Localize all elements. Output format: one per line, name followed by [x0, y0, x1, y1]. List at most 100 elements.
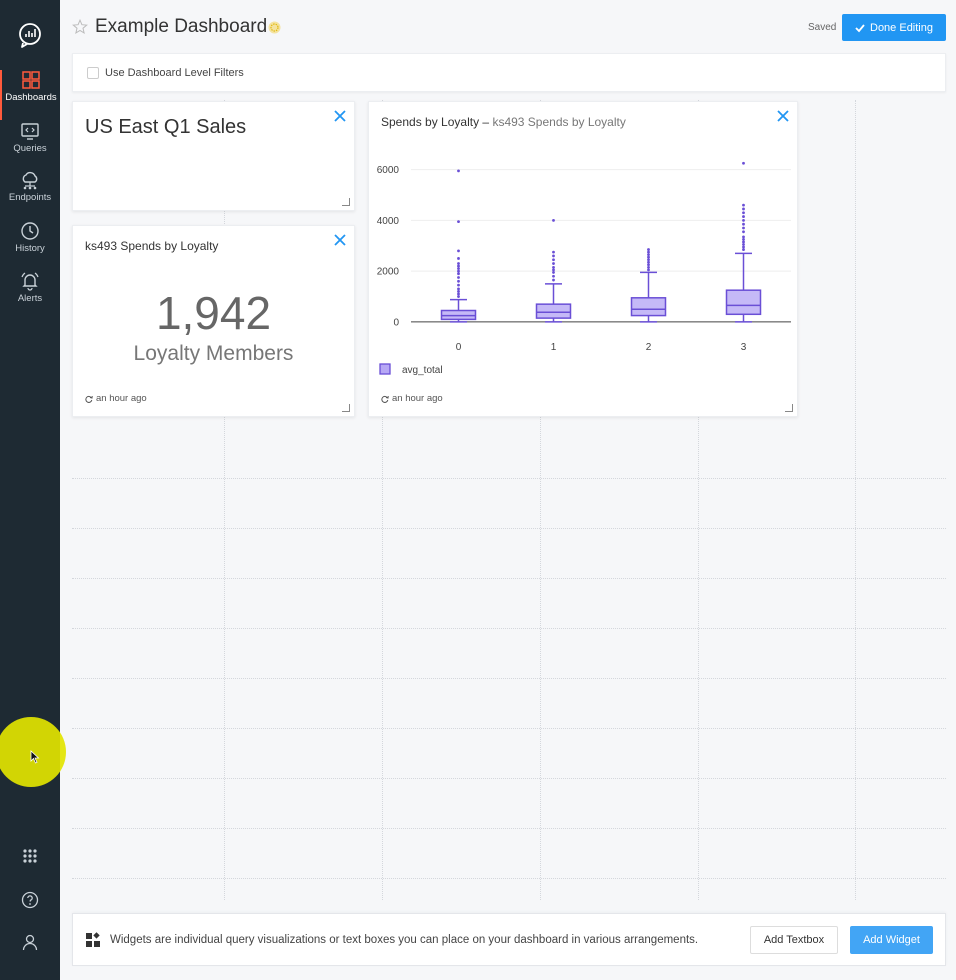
textbox-content: US East Q1 Sales — [85, 116, 247, 138]
outlier-point — [742, 240, 745, 244]
outlier-point — [742, 245, 745, 249]
y-tick-label: 2000 — [377, 267, 400, 278]
outlier-point — [457, 257, 460, 260]
add-widget-button[interactable]: Add Widget — [850, 926, 933, 954]
box-iqr — [535, 303, 572, 319]
counter-value: 1,942 — [155, 287, 272, 339]
outlier-point — [552, 258, 555, 262]
add-widget-bar: Widgets are individual query visualizati… — [72, 913, 946, 966]
resize-handle[interactable] — [342, 198, 350, 206]
outlier-point — [457, 272, 460, 276]
outlier-point — [457, 292, 460, 296]
outlier-point — [742, 230, 745, 234]
outlier-point — [457, 287, 460, 291]
app-logo-icon[interactable] — [17, 22, 43, 48]
y-tick-label: 0 — [393, 317, 399, 328]
done-editing-label: Done Editing — [870, 21, 933, 34]
legend-label: avg_total — [402, 365, 443, 376]
user-icon — [22, 934, 38, 951]
sidebar-item-label: Dashboards — [5, 92, 57, 103]
sidebar-item-label: Endpoints — [8, 192, 52, 203]
outlier-point — [552, 268, 555, 272]
alerts-icon — [21, 272, 39, 291]
widgets-icon — [86, 932, 100, 947]
grid-line — [72, 578, 946, 579]
sidebar-item-queries[interactable]: Queries — [0, 121, 60, 171]
counter-label: Loyalty Members — [133, 342, 294, 365]
outlier-point — [647, 258, 650, 262]
x-tick-label: 2 — [646, 342, 652, 353]
favorite-star-icon[interactable] — [72, 19, 88, 35]
outlier-point — [457, 290, 460, 293]
outlier-point — [457, 267, 460, 271]
dashboard-filters-label[interactable]: Use Dashboard Level Filters — [105, 67, 244, 79]
grid-line — [72, 728, 946, 729]
grid-line — [72, 828, 946, 829]
outlier-point — [742, 238, 745, 241]
refresh-time: an hour ago — [96, 393, 147, 404]
sidebar-item-label: Alerts — [17, 293, 43, 304]
x-tick-label: 3 — [741, 342, 747, 353]
outlier-point — [457, 262, 460, 265]
y-tick-label: 4000 — [377, 216, 400, 227]
outlier-point — [552, 254, 555, 258]
outlier-point — [457, 264, 460, 268]
counter-widget[interactable]: ks493 Spends by Loyalty 1,942 Loyalty Me… — [72, 225, 355, 417]
grid-line — [72, 628, 946, 629]
grid-line — [224, 100, 225, 900]
box-plot: 0 2000 4000 6000 0 1 2 3 avg_total — [377, 161, 791, 376]
refresh-icon — [85, 395, 93, 403]
outlier-point — [457, 283, 460, 287]
mouse-cursor-icon — [30, 750, 40, 764]
filter-bar: Use Dashboard Level Filters — [72, 53, 946, 92]
sidebar-item-endpoints[interactable]: Endpoints — [0, 170, 60, 220]
help-button[interactable] — [0, 891, 60, 914]
help-icon — [21, 891, 39, 909]
box-iqr — [725, 289, 762, 316]
outlier-point — [647, 260, 650, 264]
user-menu-button[interactable] — [0, 933, 60, 956]
resize-handle[interactable] — [785, 404, 793, 412]
close-icon[interactable] — [333, 233, 347, 247]
outlier-point — [457, 276, 460, 279]
sidebar-item-dashboards[interactable]: Dashboards — [0, 70, 60, 120]
queries-icon — [21, 123, 39, 140]
apps-button[interactable] — [0, 848, 60, 869]
sidebar-item-label: History — [15, 243, 45, 254]
apps-grid-icon — [23, 849, 37, 863]
outlier-point — [552, 274, 555, 278]
outlier-point — [647, 248, 650, 251]
outlier-point — [552, 278, 555, 282]
add-widget-hint: Widgets are individual query visualizati… — [110, 934, 699, 946]
done-editing-button[interactable]: Done Editing — [842, 14, 946, 41]
outlier-point — [647, 268, 650, 272]
grid-line — [72, 778, 946, 779]
chart-widget[interactable]: Spends by Loyalty – ks493 Spends by Loya… — [368, 101, 798, 417]
outlier-point — [457, 249, 460, 253]
outlier-point — [647, 263, 650, 267]
resize-handle[interactable] — [342, 404, 350, 412]
add-textbox-button[interactable]: Add Textbox — [750, 926, 838, 954]
sidebar-item-history[interactable]: History — [0, 221, 60, 271]
outlier-point — [457, 169, 460, 173]
outlier-point — [742, 243, 745, 246]
close-icon[interactable] — [333, 109, 347, 123]
textbox-widget[interactable]: US East Q1 Sales — [72, 101, 355, 211]
outlier-point — [552, 218, 555, 222]
outlier-point — [647, 265, 650, 269]
page-title[interactable]: Example Dashboard — [95, 16, 267, 38]
refresh-time: an hour ago — [392, 393, 443, 404]
legend-swatch — [379, 363, 391, 375]
outlier-point — [647, 250, 650, 254]
sidebar-item-alerts[interactable]: Alerts — [0, 271, 60, 321]
dashboard-filters-checkbox[interactable] — [87, 67, 99, 79]
refresh-status[interactable]: an hour ago — [85, 393, 147, 404]
outlier-point — [742, 211, 745, 215]
outlier-point — [742, 207, 745, 211]
saved-status: Saved — [808, 22, 837, 33]
outlier-point — [647, 253, 650, 257]
outlier-point — [552, 262, 555, 265]
refresh-status[interactable]: an hour ago — [381, 393, 443, 404]
history-icon — [21, 222, 39, 240]
check-icon — [855, 23, 865, 32]
